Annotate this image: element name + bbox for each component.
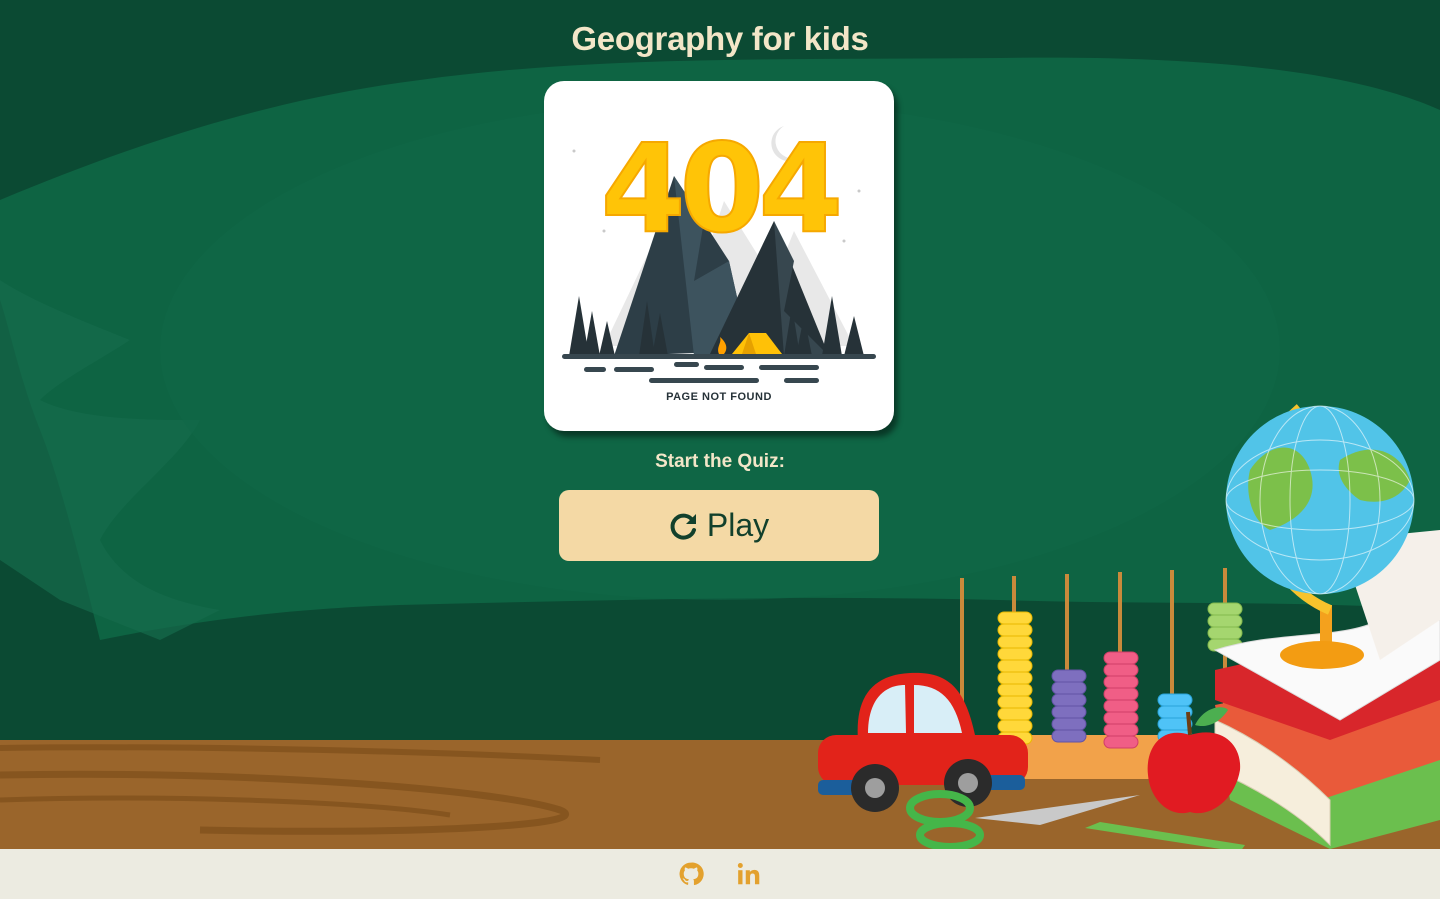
footer (0, 849, 1440, 899)
not-found-image: 404 PAGE NOT FOUND (544, 81, 894, 431)
background-scene: Geography for kids 404 PAGE NOT FOUND St… (0, 0, 1440, 849)
github-link[interactable] (677, 860, 705, 888)
redo-icon (670, 513, 696, 540)
github-icon (679, 862, 704, 886)
mountain-404-illustration: 404 (562, 117, 876, 383)
error-code: 404 (601, 118, 839, 260)
linkedin-icon (737, 863, 760, 885)
school-supplies-illustration (818, 404, 1440, 849)
404-text: 404 (600, 117, 846, 261)
play-button-label: Play (706, 507, 770, 543)
page-title: Geography for kids (571, 20, 869, 57)
linkedin-link[interactable] (735, 860, 763, 888)
